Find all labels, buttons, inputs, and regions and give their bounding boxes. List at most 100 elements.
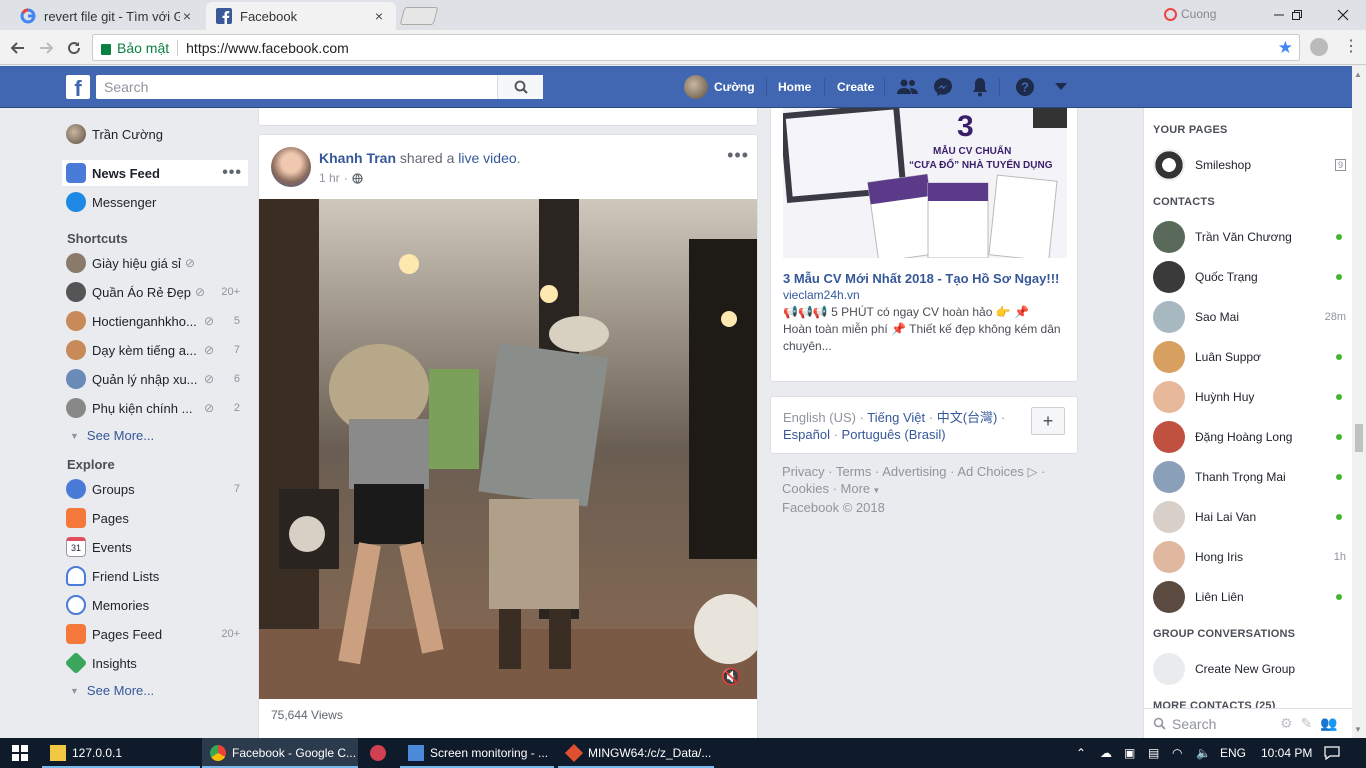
fb-create-link[interactable]: Create bbox=[837, 66, 874, 108]
footer-more-link[interactable]: More bbox=[841, 481, 871, 496]
explore-item-memories[interactable]: Memories bbox=[62, 592, 248, 618]
post-options-icon[interactable]: ••• bbox=[727, 145, 749, 166]
footer-link[interactable]: Ad Choices bbox=[957, 464, 1023, 479]
ad-title-link[interactable]: 3 Mẫu CV Mới Nhất 2018 - Tạo Hồ Sơ Ngay!… bbox=[783, 271, 1059, 286]
contact-row[interactable]: Sao Mai 28m bbox=[1153, 299, 1348, 335]
ad-image[interactable]: 3 MẪU CV CHUẨN “CƯA ĐỔ” NHÀ TUYỂN DỤNG bbox=[783, 108, 1067, 258]
browser-profile[interactable]: Cuong bbox=[1164, 7, 1216, 21]
page-row[interactable]: Smileshop 9 bbox=[1153, 147, 1348, 183]
tray-calendar-icon[interactable]: ▤ bbox=[1148, 738, 1159, 768]
scroll-up-icon[interactable]: ▲ bbox=[1354, 70, 1362, 79]
restore-button[interactable] bbox=[1274, 0, 1320, 30]
contact-row[interactable]: Huỳnh Huy bbox=[1153, 379, 1348, 415]
fb-profile-link[interactable]: Cường bbox=[684, 66, 755, 108]
fb-search-button[interactable] bbox=[497, 75, 543, 99]
ad-domain[interactable]: vieclam24h.vn bbox=[783, 288, 860, 302]
create-group-icon[interactable]: 👥 bbox=[1320, 715, 1337, 732]
explore-item-pages-feed[interactable]: Pages Feed 20+ bbox=[62, 621, 248, 647]
messenger-icon[interactable] bbox=[932, 76, 954, 98]
post-author-link[interactable]: Khanh Tran bbox=[319, 150, 396, 166]
explore-item-groups[interactable]: Groups 7 bbox=[62, 476, 248, 502]
explore-see-more[interactable]: ▼ See More... bbox=[70, 683, 154, 698]
forward-button[interactable] bbox=[34, 36, 58, 60]
shortcuts-see-more[interactable]: ▼ See More... bbox=[70, 428, 154, 443]
live-video-player[interactable]: 🔇 bbox=[259, 199, 757, 699]
more-languages-button[interactable]: + bbox=[1031, 407, 1065, 435]
extension-icon[interactable] bbox=[1310, 38, 1328, 56]
address-bar[interactable]: Bảo mật https://www.facebook.com ★ bbox=[92, 34, 1300, 61]
contact-row[interactable]: Hong Iris 1h bbox=[1153, 539, 1348, 575]
fb-home-link[interactable]: Home bbox=[778, 66, 811, 108]
tray-network-warning-icon[interactable]: ☁ bbox=[1100, 738, 1112, 768]
chrome-menu-icon[interactable]: ⋮ bbox=[1343, 36, 1359, 56]
url-text[interactable]: https://www.facebook.com bbox=[186, 40, 349, 56]
contact-row[interactable]: Hai Lai Van bbox=[1153, 499, 1348, 535]
explore-item-pages[interactable]: Pages bbox=[62, 505, 248, 531]
language-link[interactable]: Español bbox=[783, 427, 830, 442]
tray-overflow-chevron-up-icon[interactable]: ⌃ bbox=[1076, 738, 1086, 768]
contact-row[interactable]: Luân Suppơ bbox=[1153, 339, 1348, 375]
new-message-icon[interactable]: ✎ bbox=[1301, 715, 1313, 732]
action-center-notification-icon[interactable] bbox=[1324, 738, 1340, 768]
language-link[interactable]: 中文(台灣) bbox=[937, 410, 998, 425]
taskbar-item[interactable] bbox=[362, 738, 396, 768]
contact-row[interactable]: Quốc Trạng bbox=[1153, 259, 1348, 295]
explore-item-events[interactable]: 31 Events bbox=[62, 534, 248, 560]
windows-start-button[interactable] bbox=[0, 738, 40, 768]
contact-row[interactable]: Liên Liên bbox=[1153, 579, 1348, 615]
volume-icon[interactable]: 🔈 bbox=[1196, 738, 1211, 768]
tab-close-icon[interactable]: × bbox=[372, 8, 386, 24]
notifications-bell-icon[interactable] bbox=[969, 76, 991, 98]
shortcut-item[interactable]: Giày hiệu giá sỉ ⊘ bbox=[62, 250, 248, 276]
contact-row[interactable]: Trần Văn Chương bbox=[1153, 219, 1348, 255]
create-group-row[interactable]: Create New Group bbox=[1153, 651, 1348, 687]
explore-item-insights[interactable]: Insights bbox=[62, 650, 248, 676]
taskbar-item[interactable]: 127.0.0.1 bbox=[42, 738, 200, 768]
live-video-link[interactable]: live video bbox=[458, 150, 516, 166]
footer-link[interactable]: Terms bbox=[836, 464, 871, 479]
fb-search-input[interactable] bbox=[96, 76, 496, 98]
taskbar-item[interactable]: MINGW64:/c/z_Data/... bbox=[558, 738, 714, 768]
chat-settings-gear-icon[interactable]: ⚙ bbox=[1280, 715, 1293, 732]
explore-item-friend-lists[interactable]: Friend Lists bbox=[62, 563, 248, 589]
system-clock[interactable]: 10:04 PM bbox=[1261, 738, 1312, 768]
close-window-button[interactable] bbox=[1320, 0, 1366, 30]
tab-close-icon[interactable]: × bbox=[180, 8, 194, 24]
left-nav-news-feed[interactable]: News Feed ••• bbox=[62, 160, 248, 186]
taskbar-item-active[interactable]: Facebook - Google C... bbox=[202, 738, 358, 768]
chat-search-input[interactable] bbox=[1172, 715, 1272, 732]
left-nav-profile[interactable]: Trần Cường bbox=[62, 121, 248, 147]
footer-link[interactable]: Advertising bbox=[882, 464, 946, 479]
tray-app-icon[interactable]: ▣ bbox=[1124, 738, 1135, 768]
language-link[interactable]: Tiếng Việt bbox=[867, 410, 925, 425]
scrollbar-thumb[interactable] bbox=[1355, 424, 1363, 452]
facebook-logo[interactable]: f bbox=[66, 75, 90, 101]
taskbar-item[interactable]: Screen monitoring - ... bbox=[400, 738, 554, 768]
input-language[interactable]: ENG bbox=[1220, 738, 1246, 768]
footer-link[interactable]: Cookies bbox=[782, 481, 829, 496]
friend-requests-icon[interactable] bbox=[897, 76, 919, 98]
contact-row[interactable]: Đặng Hoàng Long bbox=[1153, 419, 1348, 455]
bookmark-star-icon[interactable]: ★ bbox=[1278, 38, 1293, 58]
page-scrollbar[interactable]: ▲ ▼ bbox=[1352, 66, 1366, 738]
back-button[interactable] bbox=[6, 36, 30, 60]
more-options-icon[interactable]: ••• bbox=[222, 164, 242, 182]
left-nav-messenger[interactable]: Messenger bbox=[62, 189, 248, 215]
contact-row[interactable]: Thanh Trọng Mai bbox=[1153, 459, 1348, 495]
shortcut-item[interactable]: Hoctienganhkho... ⊘ 5 bbox=[62, 308, 248, 334]
post-author-avatar[interactable] bbox=[271, 147, 311, 187]
reload-button[interactable] bbox=[62, 36, 86, 60]
scroll-down-icon[interactable]: ▼ bbox=[1354, 725, 1362, 734]
shortcut-item[interactable]: Dạy kèm tiếng a... ⊘ 7 bbox=[62, 337, 248, 363]
new-tab-button[interactable] bbox=[399, 7, 439, 25]
browser-tab-google[interactable]: revert file git - Tìm với Go × bbox=[10, 2, 204, 30]
account-menu-chevron-down-icon[interactable] bbox=[1050, 76, 1072, 98]
shortcut-item[interactable]: Phụ kiện chính ... ⊘ 2 bbox=[62, 395, 248, 421]
help-icon[interactable]: ? bbox=[1014, 76, 1036, 98]
shortcut-item[interactable]: Quần Áo Rẻ Đẹp ⊘ 20+ bbox=[62, 279, 248, 305]
language-link[interactable]: Português (Brasil) bbox=[842, 427, 946, 442]
shortcut-item[interactable]: Quản lý nhập xu... ⊘ 6 bbox=[62, 366, 248, 392]
video-mute-icon[interactable]: 🔇 bbox=[721, 667, 741, 687]
post-timestamp[interactable]: 1 hr bbox=[319, 171, 340, 185]
footer-link[interactable]: Privacy bbox=[782, 464, 825, 479]
